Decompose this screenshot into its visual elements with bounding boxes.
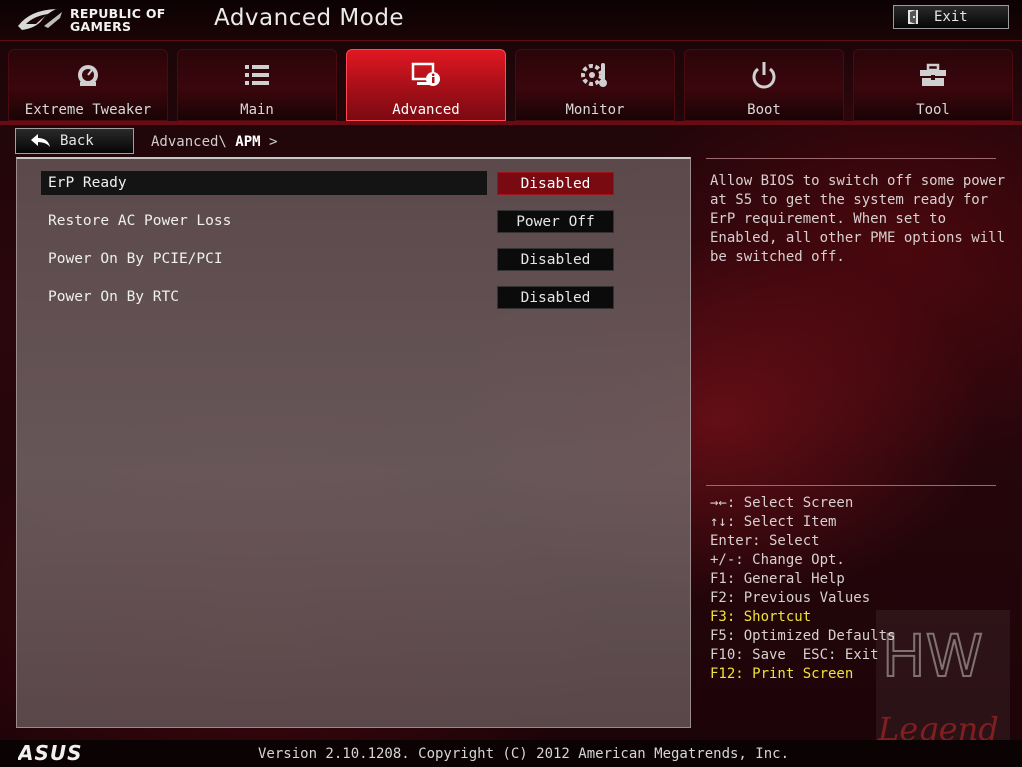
breadcrumb-current: APM	[235, 134, 261, 150]
version-text: Version 2.10.1208. Copyright (C) 2012 Am…	[258, 746, 790, 762]
setting-row-power-on-by-pcie-pci: Power On By PCIE/PCI Disabled	[41, 247, 614, 271]
tab-tool[interactable]: Tool	[853, 49, 1013, 121]
setting-name[interactable]: Power On By PCIE/PCI	[41, 247, 487, 271]
back-button[interactable]: Back	[15, 128, 134, 154]
mode-title: Advanced Mode	[214, 5, 405, 31]
tab-extreme-tweaker[interactable]: Extreme Tweaker	[8, 49, 168, 121]
power-icon	[752, 62, 776, 89]
help-divider-middle	[706, 485, 996, 486]
setting-name[interactable]: Restore AC Power Loss	[41, 209, 487, 233]
rog-logo: REPUBLIC OF GAMERS	[16, 4, 196, 36]
info-icon	[411, 62, 440, 86]
top-header: REPUBLIC OF GAMERS Advanced Mode Exit	[0, 0, 1022, 41]
tab-label: Boot	[747, 102, 781, 118]
breadcrumb-parent[interactable]: Advanced\	[151, 134, 227, 150]
key-hint: +/-: Change Opt.	[710, 552, 845, 568]
setting-value-select[interactable]: Disabled	[497, 286, 614, 309]
setting-row-erp-ready: ErP Ready Disabled	[41, 171, 614, 195]
setting-value-select[interactable]: Power Off	[497, 210, 614, 233]
exit-door-icon	[908, 10, 918, 24]
key-hint: Enter: Select	[710, 533, 820, 549]
tab-label: Main	[240, 102, 274, 118]
key-hint: →←: Select Screen	[710, 495, 854, 511]
tab-label: Monitor	[565, 102, 625, 118]
toolbox-icon	[920, 63, 946, 86]
tab-underline	[0, 121, 1022, 125]
asus-logo: ASUS	[18, 743, 83, 763]
exit-button[interactable]: Exit	[893, 5, 1009, 29]
tab-advanced[interactable]: Advanced	[346, 49, 506, 121]
main-tabs: Extreme Tweaker Main Advanced Monitor Bo…	[8, 49, 1014, 121]
key-hint: ↑↓: Select Item	[710, 514, 837, 530]
setting-row-power-on-by-rtc: Power On By RTC Disabled	[41, 285, 614, 309]
setting-value-select[interactable]: Disabled	[497, 172, 614, 195]
breadcrumb: Advanced\ APM >	[151, 134, 277, 150]
settings-panel: ErP Ready Disabled Restore AC Power Loss…	[16, 157, 691, 728]
brand-line2: GAMERS	[70, 19, 132, 34]
meter-icon	[78, 65, 98, 86]
tab-label: Extreme Tweaker	[24, 102, 152, 118]
setting-name[interactable]: Power On By RTC	[41, 285, 487, 309]
asus-logo-text: ASUS	[18, 743, 83, 763]
monitor-gear-icon	[581, 63, 607, 87]
back-label: Back	[60, 133, 94, 149]
help-description: Allow BIOS to switch off some power at S…	[710, 173, 1006, 265]
setting-value-select[interactable]: Disabled	[497, 248, 614, 271]
exit-label: Exit	[934, 9, 968, 25]
watermark-hw: HW	[882, 622, 983, 690]
rog-eye-icon	[18, 9, 62, 30]
setting-name[interactable]: ErP Ready	[41, 171, 487, 195]
setting-row-restore-ac-power-loss: Restore AC Power Loss Power Off	[41, 209, 614, 233]
tab-label: Advanced	[392, 102, 460, 118]
tab-main[interactable]: Main	[177, 49, 337, 121]
key-hint: F1: General Help	[710, 571, 845, 587]
help-divider-top	[706, 158, 996, 159]
tab-monitor[interactable]: Monitor	[515, 49, 675, 121]
tab-boot[interactable]: Boot	[684, 49, 844, 121]
back-arrow-icon	[31, 134, 50, 147]
list-icon	[245, 65, 269, 85]
breadcrumb-arrow: >	[269, 134, 278, 150]
tab-label: Tool	[916, 102, 950, 118]
hwlegend-watermark: HW Legend	[876, 610, 1010, 748]
